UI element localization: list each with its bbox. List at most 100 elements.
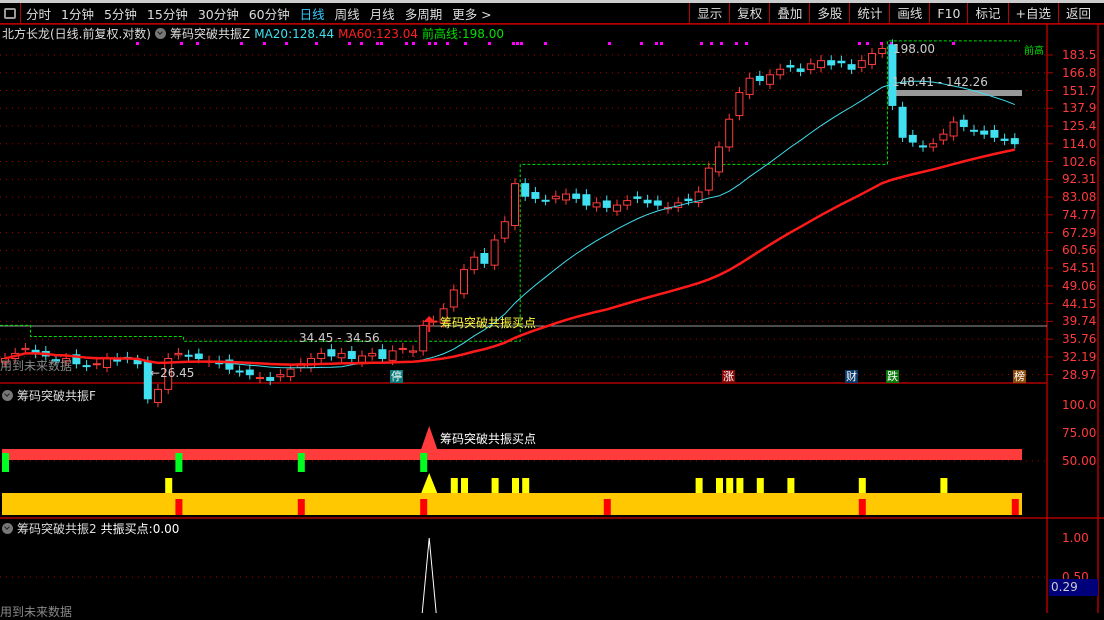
candle-body [409,350,417,353]
signal-dot [136,42,139,45]
candle-body [531,192,540,199]
candle-body [541,199,550,202]
candle-body [103,357,111,369]
signal-dot [640,42,643,45]
panel-f-yellow-bar [522,478,530,493]
panel-f-green-bar [175,453,183,472]
range-band [888,90,1022,96]
candle-body [511,183,519,226]
candle-body [755,75,764,82]
candle-body [806,63,815,71]
candle-body [766,74,774,85]
candle-body [92,363,101,366]
price-tick-label: 44.15 [1062,296,1097,311]
panel-2-title[interactable]: 筹码突破共振2 [17,520,97,537]
price-tick-label: 74.77 [1062,207,1097,222]
candle-body [613,204,621,212]
panel-f-red-band [2,449,1022,460]
panel-f-title[interactable]: 筹码突破共振F [17,387,96,404]
event-badge[interactable]: 财 [845,370,858,383]
price-tick-label: 39.74 [1062,314,1097,329]
signal-dot [516,42,519,45]
signal-dot [512,42,515,45]
candle-body [582,194,591,206]
panel-f-yellow-bar [716,478,723,493]
candle-body [868,52,876,65]
candle-body [929,143,938,148]
candle-body [245,369,254,376]
event-badge[interactable]: 涨 [722,370,735,383]
panel-f-yellow-bar [461,478,468,493]
candle-body [307,357,315,369]
signal-dot [376,42,379,45]
candle-body [959,119,968,128]
candle-body [970,129,978,132]
future-data-note-2: 用到未来数据 [0,605,73,619]
panel-f-red-bar [1011,499,1019,515]
signal-dot [488,42,491,45]
price-tick-label: 35.76 [1062,332,1097,347]
candle-body [633,196,642,199]
high-annotation: 198.00 [893,42,935,56]
candle-body [949,121,958,137]
candle-body [449,289,458,308]
panel-f-red-bar [420,499,428,515]
price-tick-label: 183.5 [1062,48,1097,62]
candle-body [643,199,652,204]
buy-point-annotation: 筹码突破共振买点 [440,316,537,330]
candle-body [470,256,479,271]
candle-body [623,200,632,206]
candle-body [500,221,509,239]
candle-body [725,118,734,148]
panel-f-red-bar [858,499,866,515]
panel-f-yellow-bar [165,478,173,493]
signal-dot [745,42,748,45]
signal-dot [544,42,547,45]
signal-dot [434,42,437,45]
cursor-value-box: 0.29 [1049,579,1098,596]
signal-dot [446,42,449,45]
panel-2-header: 筹码突破共振2 共振买点:0.00 [2,520,179,537]
signal-dot [720,42,723,45]
indicator-menu-icon[interactable] [2,390,13,401]
candle-body [745,77,754,95]
event-badge[interactable]: 跌 [886,370,899,383]
price-tick-label: 166.8 [1062,65,1097,80]
candle-body [184,354,193,357]
panel-f-green-bar [420,453,428,472]
candle-body [419,324,428,352]
signal-dot [952,42,955,45]
candle-body [1010,138,1019,145]
event-badge[interactable]: 停 [390,370,403,383]
future-data-note: 用到未来数据 [0,359,73,373]
signal-dot [428,42,431,45]
candle-body [551,195,560,200]
candle-body [684,198,693,202]
price-tick-label: 114.0 [1062,136,1097,151]
panel-f-yellow-bar [858,478,866,493]
event-badge[interactable]: 榜 [1013,370,1026,383]
candle-body [378,349,387,359]
panel-f-yellow-bar [726,478,734,493]
low-annotation: ←26.45 [150,366,195,380]
price-tick-label: 67.29 [1062,225,1097,240]
indicator-menu-icon[interactable] [2,523,13,534]
panel-f-yellow-bar [491,478,499,493]
candle-body [837,60,846,64]
signal-dot [660,42,663,45]
ma60-line [4,148,1016,366]
candle-body [735,92,744,117]
candle-body [521,183,530,197]
candle-body [276,374,285,378]
candle-body [368,352,377,357]
price-tick-label: 151.7 [1062,83,1097,98]
signal-dot [710,42,713,45]
candle-body [133,359,142,365]
candle-body [939,133,948,141]
candle-body [704,167,713,191]
panel-f-yellow-bar [736,478,744,493]
candle-body [592,202,601,208]
candle-body [327,349,336,357]
candle-body [562,193,570,201]
signal-dot [380,42,383,45]
